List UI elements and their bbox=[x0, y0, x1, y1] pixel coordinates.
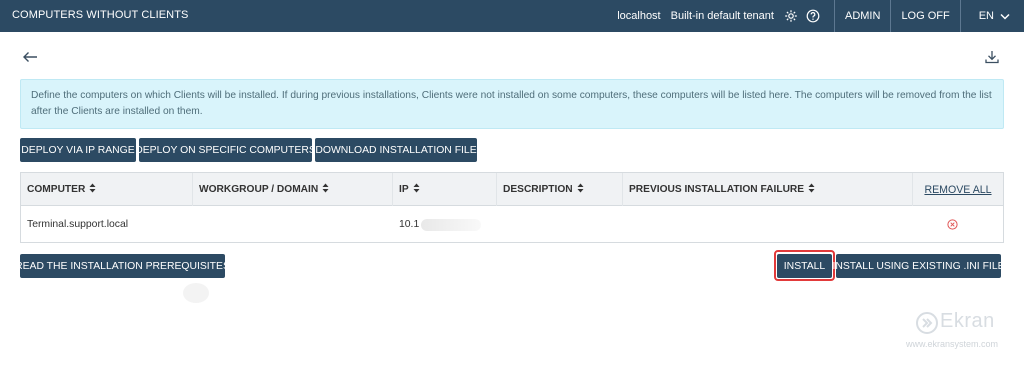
table-header: COMPUTER WORKGROUP / DOMAIN IP DESCRIPTI… bbox=[21, 173, 1003, 206]
remove-all-link[interactable]: REMOVE ALL bbox=[924, 184, 991, 196]
sort-icon[interactable] bbox=[89, 183, 96, 196]
ekran-logo-icon bbox=[916, 312, 938, 334]
settings-gear-icon[interactable] bbox=[782, 7, 800, 25]
column-label: PREVIOUS INSTALLATION FAILURE bbox=[629, 184, 805, 195]
chevron-down-icon bbox=[1000, 13, 1010, 20]
info-message: Define the computers on which Clients wi… bbox=[20, 79, 1004, 129]
cell-workgroup bbox=[193, 207, 393, 242]
language-selector[interactable]: EN bbox=[961, 0, 1024, 32]
column-label: WORKGROUP / DOMAIN bbox=[199, 184, 319, 195]
watermark-url: www.ekransystem.com bbox=[906, 339, 999, 349]
download-icon[interactable] bbox=[984, 49, 1000, 65]
sort-icon[interactable] bbox=[322, 183, 329, 196]
watermark: Ekran www.ekransystem.com bbox=[906, 310, 1014, 355]
watermark-name: Ekran bbox=[940, 310, 995, 332]
computers-table: COMPUTER WORKGROUP / DOMAIN IP DESCRIPTI… bbox=[20, 172, 1004, 243]
column-header-actions: REMOVE ALL bbox=[913, 173, 1003, 206]
help-icon[interactable] bbox=[804, 7, 822, 25]
deploy-via-ip-range-button[interactable]: DEPLOY VIA IP RANGE bbox=[20, 138, 136, 162]
language-label: EN bbox=[978, 10, 994, 22]
tenant-name[interactable]: Built-in default tenant bbox=[671, 10, 774, 22]
admin-button[interactable]: ADMIN bbox=[835, 0, 890, 32]
column-label: COMPUTER bbox=[27, 184, 86, 195]
install-button[interactable]: INSTALL bbox=[777, 254, 832, 278]
column-header-workgroup[interactable]: WORKGROUP / DOMAIN bbox=[193, 173, 393, 206]
remove-row-button[interactable] bbox=[941, 207, 961, 242]
table-row[interactable]: Terminal.support.local 10.1 bbox=[21, 207, 1003, 242]
sort-icon[interactable] bbox=[808, 183, 815, 196]
read-prerequisites-button[interactable]: READ THE INSTALLATION PREREQUISITES bbox=[15, 254, 230, 278]
redacted-area bbox=[421, 218, 482, 231]
install-using-ini-button[interactable]: INSTALL USING EXISTING .INI FILE bbox=[832, 254, 1005, 278]
redacted-area bbox=[183, 283, 209, 303]
sort-icon[interactable] bbox=[577, 183, 584, 196]
column-header-failure[interactable]: PREVIOUS INSTALLATION FAILURE bbox=[623, 173, 913, 206]
cell-failure bbox=[623, 207, 913, 242]
top-bar: COMPUTERS WITHOUT CLIENTS localhost Buil… bbox=[0, 0, 1024, 32]
back-arrow-icon[interactable] bbox=[22, 50, 38, 64]
top-bar-right: localhost Built-in default tenant ADMIN … bbox=[617, 0, 1024, 32]
column-header-ip[interactable]: IP bbox=[393, 173, 497, 206]
cell-computer: Terminal.support.local bbox=[27, 219, 129, 230]
deploy-on-specific-computers-button[interactable]: DEPLOY ON SPECIFIC COMPUTERS bbox=[135, 138, 316, 162]
remove-circle-icon bbox=[947, 219, 958, 230]
page-title: COMPUTERS WITHOUT CLIENTS bbox=[12, 9, 189, 21]
cell-description bbox=[497, 207, 623, 242]
column-header-computer[interactable]: COMPUTER bbox=[21, 173, 193, 206]
host-name: localhost bbox=[617, 10, 661, 22]
column-label: DESCRIPTION bbox=[503, 184, 573, 195]
ip-value: 10.1 bbox=[399, 219, 420, 230]
sort-icon[interactable] bbox=[413, 183, 420, 196]
log-off-button[interactable]: LOG OFF bbox=[891, 0, 959, 32]
column-label: IP bbox=[399, 184, 409, 195]
download-installation-file-button[interactable]: DOWNLOAD INSTALLATION FILE bbox=[315, 138, 477, 162]
cell-ip: 10.1 bbox=[393, 207, 497, 242]
column-header-description[interactable]: DESCRIPTION bbox=[497, 173, 623, 206]
